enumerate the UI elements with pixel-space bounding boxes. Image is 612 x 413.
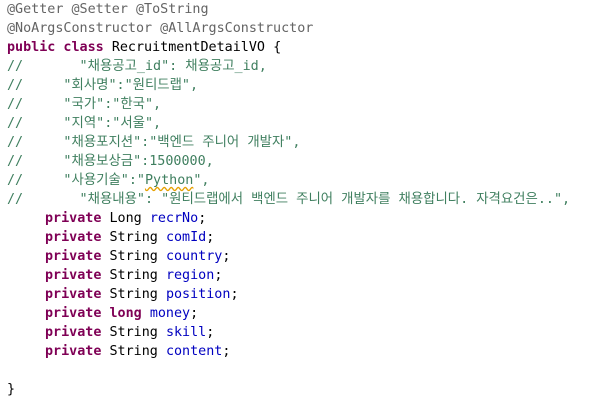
comment-prefix: // bbox=[7, 59, 24, 74]
comment-text: "채용포지션":"백엔드 주니어 개발자", bbox=[23, 135, 301, 150]
field-name: country bbox=[165, 249, 223, 264]
class-name: RecruitmentDetailVO bbox=[111, 40, 265, 55]
field-line-country: private String country; bbox=[45, 247, 230, 266]
comment-line-1: // "채용공고_id": 채용공고_id, bbox=[7, 57, 267, 76]
field-semicolon: ; bbox=[206, 230, 215, 245]
comment-text: "채용보상금":1500000, bbox=[23, 154, 214, 169]
comment-line-3: // "국가":"한국", bbox=[7, 95, 161, 114]
class-modifiers: public class bbox=[7, 40, 104, 55]
field-name: content bbox=[165, 344, 223, 359]
comment-prefix: // bbox=[7, 78, 24, 93]
class-open-brace: { bbox=[273, 40, 282, 55]
field-type: String bbox=[109, 325, 158, 340]
field-modifier: private bbox=[45, 268, 102, 283]
field-semicolon: ; bbox=[190, 306, 199, 321]
comment-line-5: // "채용포지션":"백엔드 주니어 개발자", bbox=[7, 133, 300, 152]
field-name: money bbox=[149, 306, 191, 321]
field-semicolon: ; bbox=[206, 325, 215, 340]
comment-prefix: // bbox=[7, 154, 24, 169]
field-type: String bbox=[109, 268, 158, 283]
comment-prefix: // bbox=[7, 192, 24, 207]
comment-line-7: // "사용기술":"Python", bbox=[7, 171, 209, 190]
field-modifier: private bbox=[45, 325, 102, 340]
field-semicolon: ; bbox=[222, 344, 231, 359]
field-name: position bbox=[165, 287, 231, 302]
field-line-comid: private String comId; bbox=[45, 228, 214, 247]
code-editor[interactable]: @Getter @Setter @ToString @NoArgsConstru… bbox=[7, 0, 607, 413]
comment-prefix: // bbox=[7, 116, 24, 131]
field-line-content: private String content; bbox=[45, 342, 230, 361]
field-line-region: private String region; bbox=[45, 266, 222, 285]
comment-text: "채용공고_id": 채용공고_id, bbox=[23, 59, 267, 74]
comment-text: "국가":"한국", bbox=[23, 97, 162, 112]
field-type-primitive: long bbox=[109, 306, 142, 321]
field-modifier: private bbox=[45, 306, 102, 321]
comment-text: "채용내용": "원티드랩에서 백엔드 주니어 개발자를 채용합니다. 자격요건… bbox=[23, 192, 571, 207]
class-declaration-line: public class RecruitmentDetailVO { bbox=[7, 38, 281, 57]
field-name: comId bbox=[165, 230, 207, 245]
field-type: Long bbox=[109, 211, 142, 226]
field-modifier: private bbox=[45, 249, 102, 264]
field-modifier: private bbox=[45, 344, 102, 359]
class-close-brace: } bbox=[7, 382, 16, 397]
field-line-recrno: private Long recrNo; bbox=[45, 209, 206, 228]
field-type: String bbox=[109, 287, 158, 302]
field-type: String bbox=[109, 249, 158, 264]
comment-text: ", bbox=[193, 173, 210, 188]
field-name: recrNo bbox=[149, 211, 199, 226]
field-semicolon: ; bbox=[198, 211, 207, 226]
annotation-line-getter-setter-tostring: @Getter @Setter @ToString bbox=[7, 2, 209, 17]
comment-text: "지역":"서울", bbox=[23, 116, 162, 131]
spellcheck-warning-word[interactable]: Python bbox=[145, 173, 193, 188]
comment-line-2: // "회사명":"원티드랩", bbox=[7, 76, 198, 95]
field-modifier: private bbox=[45, 287, 102, 302]
field-semicolon: ; bbox=[222, 249, 231, 264]
field-line-skill: private String skill; bbox=[45, 323, 214, 342]
field-name: region bbox=[165, 268, 215, 283]
field-name: skill bbox=[165, 325, 207, 340]
field-modifier: private bbox=[45, 211, 102, 226]
field-line-money: private long money; bbox=[45, 304, 198, 323]
comment-line-6: // "채용보상금":1500000, bbox=[7, 152, 214, 171]
annotation-line-constructors: @NoArgsConstructor @AllArgsConstructor bbox=[7, 21, 314, 36]
comment-text: "사용기술":" bbox=[23, 173, 145, 188]
comment-line-8: // "채용내용": "원티드랩에서 백엔드 주니어 개발자를 채용합니다. 자… bbox=[7, 190, 570, 209]
field-type: String bbox=[109, 344, 158, 359]
comment-text: "회사명":"원티드랩", bbox=[23, 78, 199, 93]
field-modifier: private bbox=[45, 230, 102, 245]
comment-prefix: // bbox=[7, 173, 24, 188]
field-semicolon: ; bbox=[230, 287, 239, 302]
field-type: String bbox=[109, 230, 158, 245]
comment-prefix: // bbox=[7, 97, 24, 112]
field-line-position: private String position; bbox=[45, 285, 239, 304]
comment-line-4: // "지역":"서울", bbox=[7, 114, 161, 133]
field-semicolon: ; bbox=[214, 268, 223, 283]
comment-prefix: // bbox=[7, 135, 24, 150]
